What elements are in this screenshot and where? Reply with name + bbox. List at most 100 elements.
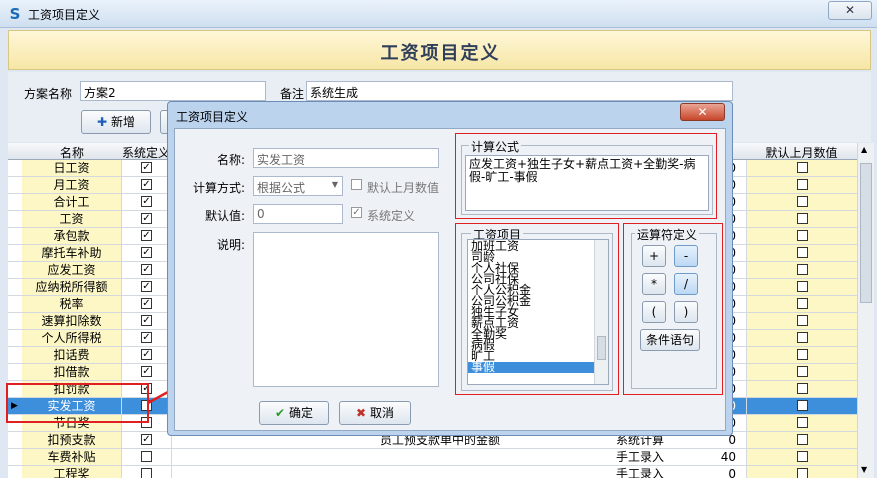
row-prev-checkbox[interactable] (746, 466, 857, 478)
row-prev-checkbox[interactable] (746, 398, 857, 414)
name-field[interactable]: 实发工资 (253, 148, 439, 168)
checkbox-icon (796, 179, 808, 190)
col-header-prev[interactable]: 默认上月数值 (746, 144, 857, 161)
table-row[interactable]: 车费补贴 手工录入 40 (8, 449, 857, 466)
row-name[interactable]: 工资 (22, 211, 122, 227)
row-prev-checkbox[interactable] (746, 330, 857, 346)
checkbox-icon (796, 196, 808, 207)
row-prev-checkbox[interactable] (746, 194, 857, 210)
ok-button-label: 确定 (288, 406, 313, 420)
row-prev-checkbox[interactable] (746, 296, 857, 312)
checkbox-icon (796, 417, 808, 428)
row-name[interactable]: 扣话费 (22, 347, 122, 363)
checkbox-icon (796, 400, 808, 411)
row-prev-checkbox[interactable] (746, 211, 857, 227)
checkbox-icon: ✓ (141, 196, 152, 207)
default-prev-checkbox[interactable] (351, 178, 362, 192)
scroll-up-icon[interactable]: ▲ (861, 145, 867, 154)
row-prev-checkbox[interactable] (746, 160, 857, 176)
cancel-button[interactable]: ✖ 取消 (339, 401, 411, 425)
row-name[interactable]: 日工资 (22, 160, 122, 176)
window-close-button[interactable]: ✕ (828, 1, 872, 20)
row-prev-checkbox[interactable] (746, 449, 857, 465)
row-name[interactable]: 月工资 (22, 177, 122, 193)
default-prev-label: 默认上月数值 (367, 181, 440, 195)
row-prev-checkbox[interactable] (746, 262, 857, 278)
items-scrollbar[interactable] (594, 240, 608, 384)
dialog-close-button[interactable]: ✕ (680, 103, 725, 121)
row-name[interactable]: 速算扣除数 (22, 313, 122, 329)
app-logo-icon: S (9, 5, 21, 23)
scroll-thumb[interactable] (860, 163, 872, 303)
row-prev-checkbox[interactable] (746, 313, 857, 329)
row-prev-checkbox[interactable] (746, 415, 857, 431)
row-sysdef-checkbox[interactable] (122, 449, 172, 465)
row-name[interactable]: 合计工 (22, 194, 122, 210)
items-scroll-thumb[interactable] (597, 336, 606, 360)
checkbox-icon (796, 264, 808, 275)
x-icon: ✖ (356, 406, 367, 420)
plus-icon: ✚ (97, 115, 108, 129)
title-bar (0, 0, 877, 28)
row-name[interactable]: 税率 (22, 296, 122, 312)
row-prev-checkbox[interactable] (746, 347, 857, 363)
header-band: 工资项目定义 (8, 30, 871, 70)
op-rparen-button[interactable]: ) (674, 301, 698, 323)
items-listbox[interactable]: 加班工资 司龄 个人社保 公司社保 个人公积金 公司公积金 独生子女 薪点工资 全勤奖 病假 旷工事… (467, 239, 609, 385)
default-value-label: 默认值: (205, 209, 246, 223)
row-name[interactable]: 应纳税所得额 (22, 279, 122, 295)
checkbox-icon: ✓ (141, 213, 152, 224)
checkbox-icon (796, 366, 808, 377)
row-prev-checkbox[interactable] (746, 279, 857, 295)
op-plus-button[interactable]: + (642, 245, 666, 267)
row-sysdef-checkbox[interactable] (122, 466, 172, 478)
row-name[interactable]: 应发工资 (22, 262, 122, 278)
row-name[interactable]: 车费补贴 (22, 449, 122, 465)
row-prev-checkbox[interactable] (746, 177, 857, 193)
checkbox-icon (796, 315, 808, 326)
col-header-name[interactable]: 名称 (22, 144, 122, 161)
calc-method-select[interactable]: 根据公式 ▼ (253, 176, 343, 196)
plan-name-field[interactable]: 方案2 (80, 81, 266, 101)
row-sysdef-checkbox[interactable]: ✓ (122, 432, 172, 448)
condition-button[interactable]: 条件语句 (640, 329, 700, 351)
row-name[interactable]: 承包款 (22, 228, 122, 244)
row-prev-checkbox[interactable] (746, 364, 857, 380)
default-value-field[interactable]: 0 (253, 204, 343, 224)
op-minus-button[interactable]: - (674, 245, 698, 267)
vertical-scrollbar[interactable]: ▲ ▼ (857, 143, 874, 478)
scroll-down-icon[interactable]: ▼ (861, 465, 867, 474)
calc-method-label: 计算方式: (193, 181, 246, 195)
row-sysdef-checkbox[interactable]: ✓ (122, 160, 172, 176)
description-textarea[interactable] (253, 232, 439, 387)
remark-field[interactable]: 系统生成 (306, 81, 733, 101)
op-multiply-button[interactable]: * (642, 273, 666, 295)
ok-button[interactable]: ✔ 确定 (259, 401, 329, 425)
checkbox-icon: ✓ (141, 434, 152, 445)
page-title: 工资项目定义 (380, 43, 501, 64)
row-sysdef-checkbox[interactable]: ✓ (122, 194, 172, 210)
checkbox-icon (796, 213, 808, 224)
checkbox-icon (796, 281, 808, 292)
formula-textarea[interactable]: 应发工资+独生子女+薪点工资+全勤奖-病假-旷工-事假 (465, 155, 709, 211)
name-label: 名称: (217, 153, 246, 167)
remark-label: 备注 (280, 87, 305, 101)
row-prev-checkbox[interactable] (746, 228, 857, 244)
checkbox-icon (796, 451, 808, 462)
add-button[interactable]: ✚ 新增 (81, 110, 151, 134)
calc-method-value: 根据公式 (257, 181, 306, 195)
list-item[interactable]: 事假 (468, 361, 608, 373)
row-prev-checkbox[interactable] (746, 245, 857, 261)
row-name[interactable]: 工程奖 (22, 466, 122, 478)
row-name[interactable]: 扣预支款 (22, 432, 122, 448)
row-name[interactable]: 个人所得税 (22, 330, 122, 346)
op-divide-button[interactable]: / (674, 273, 698, 295)
row-name[interactable]: 摩托车补助 (22, 245, 122, 261)
table-row[interactable]: 工程奖 手工录入 0 (8, 466, 857, 478)
row-name[interactable]: 扣借款 (22, 364, 122, 380)
row-prev-checkbox[interactable] (746, 432, 857, 448)
sysdef-checkbox[interactable]: ✓ (351, 206, 362, 220)
row-prev-checkbox[interactable] (746, 381, 857, 397)
row-sysdef-checkbox[interactable]: ✓ (122, 177, 172, 193)
op-lparen-button[interactable]: ( (642, 301, 666, 323)
